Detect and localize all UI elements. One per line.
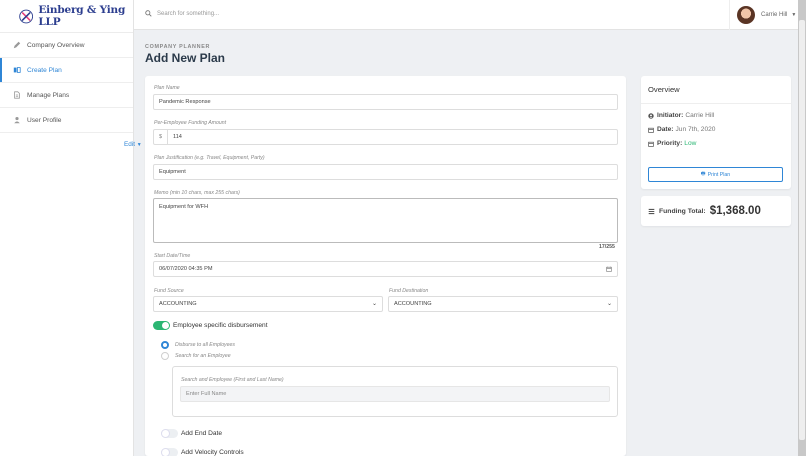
print-plan-button[interactable]: 🖶 Print Plan bbox=[648, 167, 783, 182]
date-label: Date: bbox=[657, 126, 674, 133]
search-icon bbox=[145, 10, 152, 17]
sidebar-item-label: Company Overview bbox=[27, 41, 85, 49]
memo-value: Equipment for WFH bbox=[159, 204, 209, 210]
search-placeholder: Search for something... bbox=[157, 10, 220, 17]
plan-name-input[interactable]: Pandemic Response bbox=[153, 94, 618, 110]
list-icon bbox=[648, 208, 655, 214]
fund-destination-label: Fund Destination bbox=[389, 288, 429, 294]
initiator-row: Initiator: Carrie Hill bbox=[648, 112, 714, 119]
user-menu[interactable]: Carrie Hill ▼ bbox=[729, 0, 796, 30]
topbar: Search for something... Carrie Hill ▼ bbox=[134, 0, 798, 30]
justification-input[interactable]: Equipment bbox=[153, 164, 618, 180]
document-icon bbox=[14, 91, 20, 99]
funding-total-label: Funding Total: bbox=[659, 207, 706, 215]
radio-search-employee[interactable] bbox=[161, 352, 169, 360]
memo-label: Memo (min 10 chars, max 255 chars) bbox=[154, 190, 240, 196]
edit-label: Edit bbox=[124, 141, 136, 148]
date-value: Jun 7th, 2020 bbox=[675, 126, 716, 133]
plan-name-value: Pandemic Response bbox=[159, 99, 211, 105]
radio-disburse-all-label: Disburse to all Employees bbox=[175, 342, 235, 348]
calendar-icon bbox=[648, 127, 654, 133]
search-input[interactable]: Search for something... bbox=[145, 10, 219, 17]
end-date-label: Add End Date bbox=[181, 430, 223, 437]
funding-total-card: Funding Total: $1,368.00 bbox=[641, 196, 791, 226]
caret-down-icon: ▼ bbox=[136, 142, 142, 148]
search-employee-label: Search and Employee (First and Last Name… bbox=[181, 377, 284, 383]
fund-source-label: Fund Source bbox=[154, 288, 184, 294]
toggle-knob bbox=[162, 449, 169, 456]
logo-icon bbox=[19, 9, 34, 23]
sidebar-item-user-profile[interactable]: User Profile bbox=[0, 108, 133, 133]
plan-form-card: Plan Name Pandemic Response Per-Employee… bbox=[145, 76, 626, 456]
fund-source-value: ACCOUNTING bbox=[159, 301, 197, 307]
avatar bbox=[737, 6, 755, 24]
search-employee-placeholder: Enter Full Name bbox=[186, 391, 227, 397]
fund-destination-select[interactable]: ACCOUNTING ⌄ bbox=[388, 296, 618, 312]
user-name: Carrie Hill bbox=[761, 12, 788, 18]
plan-name-label: Plan Name bbox=[154, 85, 180, 91]
velocity-toggle[interactable] bbox=[161, 448, 178, 456]
print-plan-label: Print Plan bbox=[707, 171, 731, 178]
sidebar-item-company-overview[interactable]: Company Overview bbox=[0, 33, 133, 58]
date-row: Date: Jun 7th, 2020 bbox=[648, 126, 715, 133]
currency-prefix: $ bbox=[154, 130, 168, 144]
funding-label: Per-Employee Funding Amount bbox=[154, 120, 227, 126]
printer-icon: 🖶 bbox=[700, 171, 706, 177]
end-date-toggle[interactable] bbox=[161, 429, 178, 438]
overview-card: Overview Initiator: Carrie Hill Date: Ju… bbox=[641, 76, 791, 189]
initiator-value: Carrie Hill bbox=[685, 112, 715, 119]
priority-row: Priority: Low bbox=[648, 140, 696, 147]
chevron-down-icon: ⌄ bbox=[606, 301, 612, 307]
funding-amount-value: 114 bbox=[173, 134, 182, 140]
brand[interactable]: Einberg & Ying LLP bbox=[0, 0, 133, 33]
fund-source-select[interactable]: ACCOUNTING ⌄ bbox=[153, 296, 383, 312]
columns-icon bbox=[13, 67, 21, 73]
overview-title: Overview bbox=[648, 85, 680, 94]
start-date-input[interactable]: 06/07/2020 04:35 PM bbox=[153, 261, 618, 277]
toggle-knob bbox=[162, 322, 169, 329]
sidebar-item-create-plan[interactable]: Create Plan bbox=[0, 58, 133, 83]
memo-counter: 17/255 bbox=[599, 244, 615, 250]
employee-specific-toggle[interactable] bbox=[153, 321, 170, 330]
page-eyebrow: COMPANY PLANNER bbox=[145, 44, 211, 50]
funding-amount-input[interactable]: $ 114 bbox=[153, 129, 618, 145]
caret-down-icon: ▼ bbox=[791, 12, 797, 18]
employee-search-box: Search and Employee (First and Last Name… bbox=[172, 366, 618, 417]
velocity-label: Add Velocity Controls bbox=[181, 449, 244, 456]
fund-destination-value: ACCOUNTING bbox=[394, 301, 432, 307]
user-icon bbox=[14, 116, 20, 124]
calendar-outline-icon bbox=[648, 141, 654, 147]
edit-priority-button[interactable]: Edit ▼ bbox=[124, 141, 142, 148]
employee-specific-label: Employee specific disbursement bbox=[173, 322, 268, 329]
sidebar-item-manage-plans[interactable]: Manage Plans bbox=[0, 83, 133, 108]
start-date-label: Start Date/Time bbox=[154, 253, 191, 259]
search-employee-input[interactable]: Enter Full Name bbox=[180, 386, 610, 402]
initiator-label: Initiator: bbox=[657, 112, 684, 119]
chevron-down-icon: ⌄ bbox=[371, 301, 377, 307]
justification-label: Plan Justification (e.g. Travel, Equipme… bbox=[154, 155, 265, 161]
sidebar: Einberg & Ying LLP Company Overview Crea… bbox=[0, 0, 134, 456]
pencil-icon bbox=[13, 41, 21, 49]
scrollbar[interactable] bbox=[798, 0, 806, 456]
radio-disburse-all[interactable] bbox=[161, 341, 169, 349]
justification-value: Equipment bbox=[159, 169, 186, 175]
sidebar-item-label: User Profile bbox=[27, 116, 62, 124]
scrollbar-thumb[interactable] bbox=[799, 20, 805, 440]
memo-textarea[interactable]: Equipment for WFH bbox=[153, 198, 618, 243]
priority-label: Priority: bbox=[657, 140, 683, 147]
divider bbox=[641, 103, 791, 104]
toggle-knob bbox=[162, 430, 169, 437]
funding-total-value: $1,368.00 bbox=[709, 205, 761, 217]
user-circle-icon bbox=[648, 112, 654, 119]
calendar-icon[interactable] bbox=[606, 266, 612, 272]
priority-value: Low bbox=[684, 140, 697, 147]
brand-name: Einberg & Ying LLP bbox=[38, 4, 126, 28]
start-date-value: 06/07/2020 04:35 PM bbox=[159, 266, 213, 272]
sidebar-item-label: Manage Plans bbox=[27, 91, 70, 99]
sidebar-item-label: Create Plan bbox=[27, 66, 62, 74]
radio-search-employee-label: Search for an Employee bbox=[175, 353, 231, 359]
page-title: Add New Plan bbox=[145, 51, 226, 65]
